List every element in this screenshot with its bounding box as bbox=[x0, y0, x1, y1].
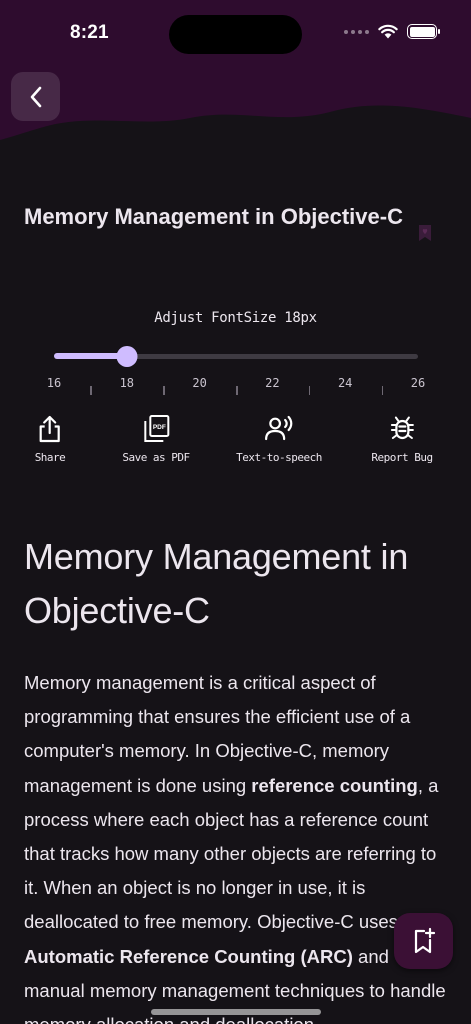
cellular-icon bbox=[344, 29, 369, 34]
share-label: Share bbox=[34, 451, 66, 464]
bug-icon bbox=[390, 416, 414, 440]
speaker-icon bbox=[264, 415, 293, 441]
tick-label: 20 bbox=[192, 376, 207, 390]
action-bar: Share PDF Save as PDF Text-to-speech Rep… bbox=[0, 414, 471, 474]
wifi-icon bbox=[378, 24, 398, 39]
battery-icon bbox=[407, 24, 440, 39]
home-indicator[interactable] bbox=[151, 1009, 321, 1015]
svg-text:PDF: PDF bbox=[152, 424, 165, 431]
status-icons bbox=[344, 24, 440, 39]
slider-tick-labels: 16 18 20 22 24 26 bbox=[0, 376, 471, 392]
save-pdf-button[interactable]: PDF Save as PDF bbox=[122, 414, 190, 464]
status-bar: 8:21 bbox=[0, 0, 471, 66]
bookmark-add-icon bbox=[414, 927, 435, 954]
tick-label: 16 bbox=[46, 376, 62, 390]
article-paragraph: Memory management is a critical aspect o… bbox=[24, 666, 449, 1024]
article-heading: Memory Management in Objective-C bbox=[24, 536, 409, 631]
tick-label: 18 bbox=[119, 376, 135, 390]
report-bug-button[interactable]: Report Bug bbox=[371, 414, 433, 464]
share-button[interactable]: Share bbox=[35, 414, 66, 464]
article-body: Memory Management in Objective-C Memory … bbox=[24, 530, 449, 1024]
tick-label: 22 bbox=[265, 376, 280, 390]
back-button[interactable] bbox=[11, 72, 60, 121]
dynamic-island bbox=[169, 15, 302, 54]
page-title: Memory Management in Objective-C bbox=[24, 204, 403, 229]
add-bookmark-button[interactable] bbox=[394, 913, 453, 969]
save-pdf-label: Save as PDF bbox=[122, 451, 190, 464]
font-size-label: Adjust FontSize 18px bbox=[154, 310, 317, 326]
pdf-icon: PDF bbox=[143, 415, 169, 442]
bold-term: Automatic Reference Counting (ARC) bbox=[24, 945, 353, 967]
tick-label: 24 bbox=[337, 376, 353, 390]
tick-label: 26 bbox=[410, 376, 426, 390]
share-icon bbox=[39, 415, 61, 443]
slider-thumb[interactable] bbox=[116, 346, 138, 367]
bold-term: reference counting bbox=[251, 774, 418, 796]
chevron-left-icon bbox=[30, 86, 41, 107]
text-to-speech-label: Text-to-speech bbox=[236, 451, 322, 464]
report-bug-label: Report Bug bbox=[371, 451, 433, 464]
text-to-speech-button[interactable]: Text-to-speech bbox=[236, 414, 322, 464]
status-time: 8:21 bbox=[70, 22, 109, 43]
font-size-slider[interactable] bbox=[54, 346, 418, 367]
bookmark-heart-icon[interactable] bbox=[414, 222, 436, 244]
paragraph-text: , a process where each object has a refe… bbox=[24, 774, 439, 933]
